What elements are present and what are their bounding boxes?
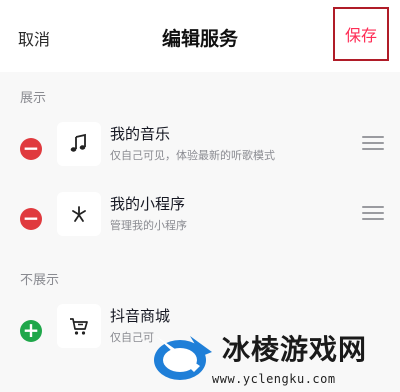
- remove-icon[interactable]: −: [20, 138, 42, 160]
- watermark-name: 冰棱游戏网: [222, 333, 368, 366]
- music-note-icon: [57, 122, 101, 166]
- drag-handle-icon[interactable]: [362, 136, 384, 152]
- drag-handle-icon[interactable]: [362, 206, 384, 222]
- add-icon[interactable]: +: [20, 320, 42, 342]
- section-label-hidden: 不展示: [20, 273, 60, 288]
- mini-program-icon: [57, 192, 101, 236]
- save-button[interactable]: 保存: [345, 22, 377, 46]
- watermark-logo-icon: [154, 336, 212, 380]
- service-description: 仅自己可: [110, 331, 154, 344]
- remove-icon[interactable]: −: [20, 208, 42, 230]
- service-description: 仅自己可见，体验最新的听歌模式: [110, 149, 275, 162]
- service-name: 我的音乐: [110, 125, 171, 143]
- watermark: 冰棱游戏网 www.yclengku.com: [150, 322, 400, 392]
- top-bar: 取消 编辑服务 保存: [0, 0, 400, 72]
- service-row-music: − 我的音乐 仅自己可见，体验最新的听歌模式: [0, 114, 400, 184]
- service-description: 管理我的小程序: [110, 219, 187, 232]
- shopping-cart-icon: [57, 304, 101, 348]
- service-name: 我的小程序: [110, 195, 186, 213]
- service-row-mini-program: − 我的小程序 管理我的小程序: [0, 184, 400, 254]
- save-button-highlight: 保存: [333, 7, 389, 61]
- section-label-shown: 展示: [20, 91, 47, 106]
- watermark-url: www.yclengku.com: [212, 372, 336, 386]
